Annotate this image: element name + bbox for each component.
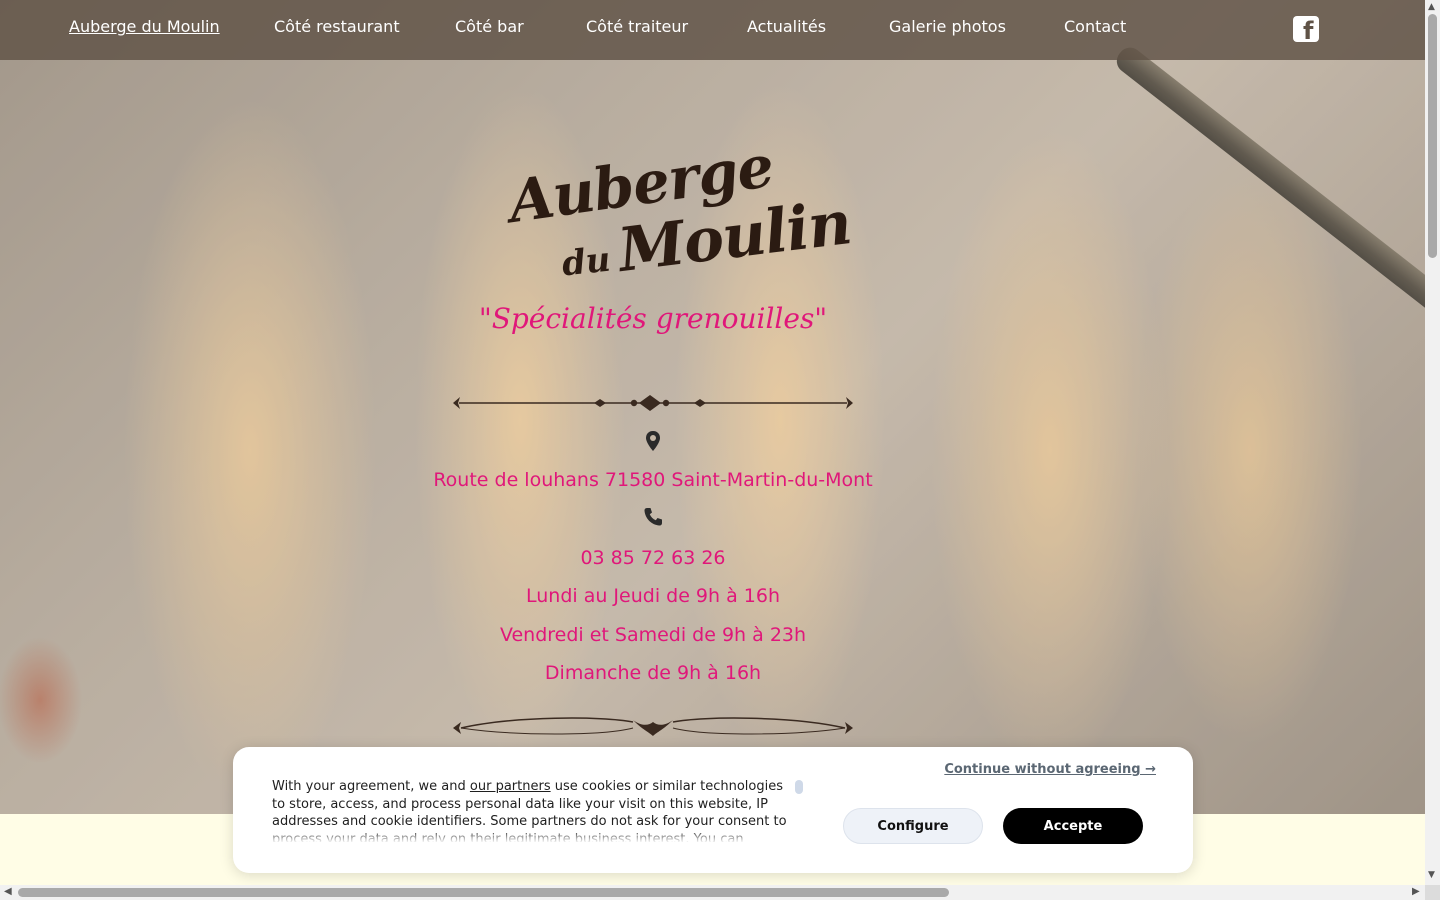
tagline: "Spécialités grenouilles" — [478, 302, 828, 335]
facebook-icon[interactable]: f — [1293, 16, 1319, 44]
map-pin-icon — [646, 431, 660, 451]
nav-item-home[interactable]: Auberge du Moulin — [69, 17, 220, 36]
ornament-divider-top — [453, 395, 853, 411]
phone-number[interactable]: 03 85 72 63 26 — [0, 547, 1306, 569]
nav-item-traiteur[interactable]: Côté traiteur — [586, 17, 688, 36]
address-text: Route de louhans 71580 Saint-Martin-du-M… — [433, 469, 873, 491]
cookie-text-lead: With your agreement, we and — [272, 779, 466, 794]
horizontal-scrollbar[interactable]: ◀ ▶ — [0, 885, 1425, 900]
scrollbar-corner — [1425, 885, 1440, 900]
hours-line: Dimanche de 9h à 16h — [544, 662, 762, 684]
vertical-scrollbar[interactable]: ▲ ▼ — [1425, 0, 1440, 885]
top-navbar: Auberge du Moulin Côté restaurant Côté b… — [0, 0, 1425, 60]
scrollbar-thumb[interactable] — [18, 888, 949, 897]
accept-button[interactable]: Accepte — [1003, 808, 1143, 844]
cookie-text-scrollbar[interactable] — [795, 780, 803, 794]
phone-icon — [644, 508, 662, 526]
scroll-right-arrow[interactable]: ▶ — [1412, 886, 1420, 897]
cookie-consent-banner: With your agreement, we and our partners… — [233, 747, 1193, 873]
text-fade — [272, 829, 792, 843]
nav-item-contact[interactable]: Contact — [1064, 17, 1126, 36]
hours-line: Vendredi et Samedi de 9h à 23h — [499, 624, 807, 646]
nav-item-restaurant[interactable]: Côté restaurant — [274, 17, 400, 36]
site-logo: Auberge Moulin du — [500, 132, 855, 290]
scrollbar-thumb[interactable] — [1428, 14, 1437, 258]
hours-line: Lundi au Jeudi de 9h à 16h — [525, 585, 780, 607]
continue-without-agreeing-link[interactable]: Continue without agreeing → — [944, 762, 1156, 777]
nav-item-bar[interactable]: Côté bar — [455, 17, 524, 36]
scroll-down-arrow[interactable]: ▼ — [1428, 870, 1435, 880]
ornament-divider-bottom — [453, 717, 853, 736]
logo-line-2: du — [560, 239, 613, 285]
configure-button[interactable]: Configure — [843, 808, 983, 844]
partners-link[interactable]: our partners — [470, 779, 551, 794]
scroll-up-arrow[interactable]: ▲ — [1428, 2, 1435, 12]
nav-item-galerie[interactable]: Galerie photos — [889, 17, 1006, 36]
scroll-left-arrow[interactable]: ◀ — [4, 886, 12, 897]
nav-item-actualites[interactable]: Actualités — [747, 17, 826, 36]
